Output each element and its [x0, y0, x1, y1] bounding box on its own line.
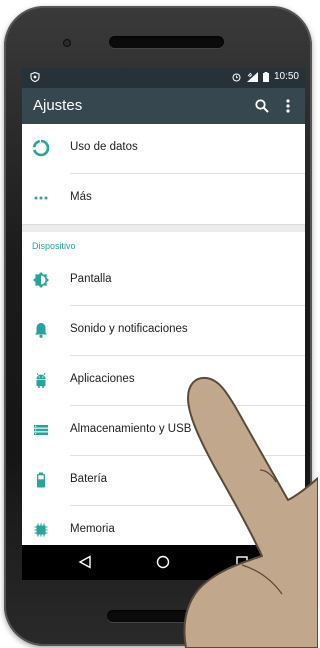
hand-pointer-illustration [183, 376, 318, 648]
